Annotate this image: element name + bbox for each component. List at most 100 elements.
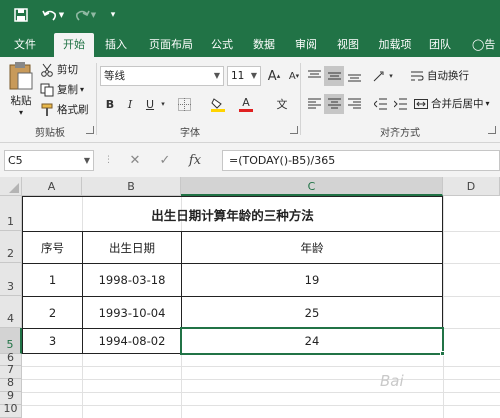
- table-cell[interactable]: 1993-10-04: [83, 297, 181, 328]
- formula-bar: C5 ▼ ⋮ ✕ ✓ fx =(TODAY()-B5)/365: [0, 143, 500, 177]
- table-header-cell[interactable]: 出生日期: [83, 232, 181, 263]
- gridline: [22, 392, 500, 393]
- ribbon: 粘贴 ▾ 剪切 复制 ▾ 格式刷 剪贴板 等线 ▼ 11 ▼ A ▴ A ▾ B I U…: [0, 57, 500, 143]
- tab-insert[interactable]: 插入: [98, 33, 134, 57]
- fill-handle[interactable]: [440, 351, 445, 356]
- scissors-icon: [40, 63, 54, 77]
- table-cell[interactable]: 25: [182, 297, 442, 328]
- bold-button[interactable]: B: [100, 94, 120, 114]
- column-header-b[interactable]: B: [82, 177, 181, 196]
- cut-button[interactable]: 剪切: [40, 62, 78, 77]
- borders-icon[interactable]: [174, 94, 194, 114]
- column-header-c[interactable]: C: [181, 177, 443, 196]
- wrap-text-button[interactable]: 自动换行: [410, 68, 469, 83]
- font-name-select[interactable]: 等线 ▼: [100, 66, 224, 86]
- underline-button[interactable]: U: [140, 94, 160, 114]
- clipboard-group-label: 剪贴板: [35, 128, 65, 139]
- font-size-select[interactable]: 11 ▼: [227, 66, 261, 86]
- redo-icon[interactable]: ▼: [72, 4, 98, 26]
- tab-page-layout[interactable]: 页面布局: [142, 33, 200, 57]
- phonetic-guide-icon[interactable]: 文: [272, 94, 292, 114]
- chevron-down-icon: ▼: [83, 156, 90, 165]
- more-icon: ⋮: [104, 155, 113, 165]
- formula-buttons: ✕ ✓ fx: [120, 150, 220, 171]
- undo-icon[interactable]: ▼: [40, 4, 66, 26]
- table-header-cell[interactable]: 序号: [23, 232, 82, 263]
- merge-center-button[interactable]: 合并后居中 ▾: [414, 96, 490, 111]
- row-header[interactable]: 4: [0, 296, 22, 328]
- align-right-icon[interactable]: [344, 94, 364, 114]
- enter-icon[interactable]: ✓: [150, 153, 180, 168]
- row-header[interactable]: 1: [0, 196, 22, 231]
- paste-button[interactable]: 粘贴 ▾: [6, 61, 36, 117]
- gridline: [22, 405, 500, 406]
- cell-selection: [180, 327, 444, 355]
- gridline: [443, 231, 500, 232]
- row-header[interactable]: 3: [0, 263, 22, 296]
- chevron-down-icon: ▼: [250, 71, 257, 80]
- formula-input[interactable]: =(TODAY()-B5)/365: [222, 150, 500, 171]
- insert-function-icon[interactable]: fx: [180, 153, 210, 168]
- gridline: [22, 379, 500, 380]
- format-painter-button[interactable]: 格式刷: [40, 102, 89, 117]
- align-top-icon[interactable]: [304, 66, 324, 86]
- tab-team[interactable]: 团队: [422, 33, 458, 57]
- tab-formulas[interactable]: 公式: [204, 33, 240, 57]
- alignment-launcher-icon[interactable]: [488, 126, 496, 134]
- name-box[interactable]: C5 ▼: [4, 150, 94, 171]
- increase-indent-icon[interactable]: [390, 94, 410, 114]
- divider: [96, 63, 97, 135]
- row-header[interactable]: 10: [0, 402, 22, 418]
- table-cell[interactable]: 2: [23, 297, 82, 328]
- chevron-down-icon: ▼: [213, 71, 220, 80]
- tab-file[interactable]: 文件: [6, 33, 44, 57]
- align-middle-icon[interactable]: [324, 66, 344, 86]
- decrease-font-size-button[interactable]: A ▾: [284, 66, 304, 86]
- fill-color-icon[interactable]: [208, 94, 228, 114]
- row-header[interactable]: 2: [0, 231, 22, 263]
- font-color-icon[interactable]: A: [236, 94, 256, 114]
- tab-data[interactable]: 数据: [246, 33, 282, 57]
- gridline: [443, 196, 444, 418]
- underline-dropdown-icon[interactable]: ▾: [158, 94, 168, 114]
- cancel-icon[interactable]: ✕: [120, 153, 150, 168]
- paste-dropdown-icon: ▾: [18, 108, 23, 117]
- italic-button[interactable]: I: [120, 94, 140, 114]
- paintbrush-icon: [40, 103, 54, 117]
- column-header-d[interactable]: D: [443, 177, 500, 196]
- orientation-icon[interactable]: ▾: [370, 66, 396, 86]
- watermark: Bai: [380, 372, 404, 390]
- align-left-icon[interactable]: [304, 94, 324, 114]
- table-cell[interactable]: 1: [23, 264, 82, 296]
- spreadsheet-grid: A B C D 1 2 3 4 5 6 7 8 9 10 出生日期计算年龄的三种…: [0, 177, 500, 418]
- title-bar: ▼ ▼ ▾: [0, 0, 500, 30]
- tab-review[interactable]: 审阅: [288, 33, 324, 57]
- gridline: [443, 263, 500, 264]
- tab-view[interactable]: 视图: [330, 33, 366, 57]
- table-cell[interactable]: 3: [23, 329, 82, 353]
- clipboard-icon: [9, 62, 33, 90]
- tab-tell-me[interactable]: ◯告: [470, 33, 500, 57]
- decrease-indent-icon[interactable]: [370, 94, 390, 114]
- table-cell[interactable]: 1998-03-18: [83, 264, 181, 296]
- merged-title-cell[interactable]: 出生日期计算年龄的三种方法: [23, 197, 442, 231]
- increase-font-size-button[interactable]: A ▴: [264, 66, 284, 86]
- align-bottom-icon[interactable]: [344, 66, 364, 86]
- select-all-corner[interactable]: [0, 177, 22, 196]
- customize-qat-icon[interactable]: ▾: [106, 4, 120, 26]
- table-cell[interactable]: 1994-08-02: [83, 329, 181, 353]
- copy-button[interactable]: 复制 ▾: [40, 82, 84, 97]
- clipboard-launcher-icon[interactable]: [86, 126, 94, 134]
- gridline: [22, 366, 500, 367]
- align-center-icon[interactable]: [324, 94, 344, 114]
- column-header-a[interactable]: A: [22, 177, 82, 196]
- font-launcher-icon[interactable]: [290, 126, 298, 134]
- table-cell[interactable]: 19: [182, 264, 442, 296]
- ribbon-tabs: 文件 开始 插入 页面布局 公式 数据 审阅 视图 加载项 团队 ◯告: [0, 30, 500, 57]
- chevron-down-icon: ▾: [485, 99, 490, 108]
- tab-home[interactable]: 开始: [54, 33, 94, 57]
- tab-addins[interactable]: 加载项: [372, 33, 418, 57]
- save-icon[interactable]: [10, 4, 32, 26]
- table-header-cell[interactable]: 年龄: [182, 232, 442, 263]
- gridline: [443, 328, 500, 329]
